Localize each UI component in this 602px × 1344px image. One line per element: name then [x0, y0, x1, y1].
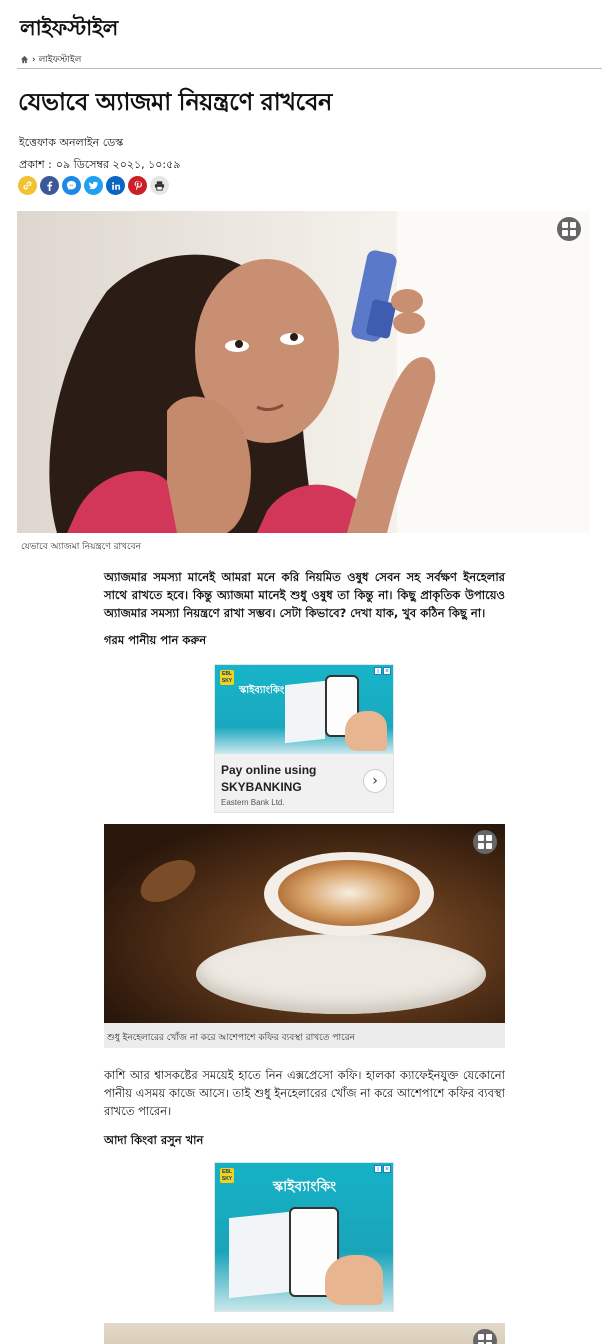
- facebook-icon[interactable]: [40, 176, 59, 195]
- share-toolbar: [18, 176, 169, 195]
- print-icon[interactable]: [150, 176, 169, 195]
- spoon-shape: [133, 851, 203, 911]
- article-headline: যেভাবে অ্যাজমা নিয়ন্ত্রণে রাখবেন: [18, 88, 332, 116]
- section-title[interactable]: লাইফস্টাইল: [20, 12, 118, 47]
- ad-choices[interactable]: i ×: [374, 667, 391, 675]
- gallery-icon[interactable]: [473, 830, 497, 854]
- article-paragraph: কাশি আর শ্বাসকষ্টের সময়েই হাতে নিন এক্স…: [104, 1068, 505, 1118]
- home-icon[interactable]: [20, 55, 29, 64]
- published-info: প্রকাশ : ০৯ ডিসেম্বর ২০২১, ১০:৫৯: [19, 156, 180, 175]
- ad-choices[interactable]: i ×: [374, 1165, 391, 1173]
- latte-art-shape: [278, 860, 420, 926]
- article-image-3[interactable]: [104, 1323, 505, 1344]
- published-date: ০৯ ডিসেম্বর ২০২১, ১০:৫৯: [55, 158, 181, 171]
- gallery-icon[interactable]: [557, 217, 581, 241]
- linkedin-icon[interactable]: [106, 176, 125, 195]
- hero-caption: যেভাবে অ্যাজমা নিয়ন্ত্রণে রাখবেন: [21, 542, 142, 552]
- twitter-icon[interactable]: [84, 176, 103, 195]
- subhead-hot-drinks: গরম পানীয় পান করুন: [104, 633, 207, 647]
- hero-image[interactable]: [17, 211, 590, 533]
- subhead-ginger-garlic: আদা কিংবা রসুন খান: [104, 1133, 204, 1147]
- advertisement[interactable]: EBL SKY স্কাইব্যাংকিং i ×: [214, 1162, 394, 1312]
- published-label: প্রকাশ :: [19, 158, 52, 171]
- ad-hand-image: [345, 711, 387, 751]
- ad-headline[interactable]: Pay online using SKYBANKING: [221, 762, 351, 796]
- ebl-sky-logo: EBL SKY: [220, 670, 234, 685]
- ad-brochure-image: [229, 1211, 289, 1299]
- ad-brochure-image: [285, 680, 325, 744]
- coffee-image[interactable]: [104, 824, 505, 1023]
- advertisement[interactable]: EBL SKY স্কাইব্যাংকিং i × Pay online usi…: [214, 664, 394, 813]
- ad-tagline: স্কাইব্যাংকিং: [239, 685, 285, 696]
- messenger-icon[interactable]: [62, 176, 81, 195]
- header-divider: [17, 68, 602, 69]
- ad-text-panel[interactable]: Pay online using SKYBANKING Eastern Bank…: [215, 754, 393, 812]
- ad-close-icon[interactable]: ×: [383, 1165, 391, 1173]
- ad-close-icon[interactable]: ×: [383, 667, 391, 675]
- breadcrumb: › লাইফস্টাইল: [20, 52, 81, 67]
- link-icon[interactable]: [18, 176, 37, 195]
- ad-info-icon[interactable]: i: [374, 667, 382, 675]
- breadcrumb-separator: ›: [32, 54, 36, 65]
- saucer-shape: [196, 934, 486, 1014]
- ad-info-icon[interactable]: i: [374, 1165, 382, 1173]
- coffee-caption: শুধু ইনহেলারের খোঁজ না করে আশেপাশে কফির …: [104, 1023, 505, 1048]
- ad-banner-image[interactable]: EBL SKY স্কাইব্যাংকিং i ×: [215, 665, 393, 754]
- gallery-icon[interactable]: [473, 1329, 497, 1344]
- chevron-right-icon[interactable]: ›: [363, 769, 387, 793]
- pinterest-icon[interactable]: [128, 176, 147, 195]
- breadcrumb-current[interactable]: লাইফস্টাইল: [39, 52, 82, 67]
- ad-tagline: স্কাইব্যাংকিং: [273, 1179, 337, 1195]
- article-author[interactable]: ইত্তেফাক অনলাইন ডেস্ক: [19, 134, 123, 153]
- article-lead: অ্যাজমার সমস্যা মানেই আমরা মনে করি নিয়ম…: [104, 570, 505, 620]
- ebl-sky-logo: EBL SKY: [220, 1168, 234, 1183]
- ad-hand-image: [325, 1255, 383, 1305]
- ad-advertiser: Eastern Bank Ltd.: [221, 798, 285, 807]
